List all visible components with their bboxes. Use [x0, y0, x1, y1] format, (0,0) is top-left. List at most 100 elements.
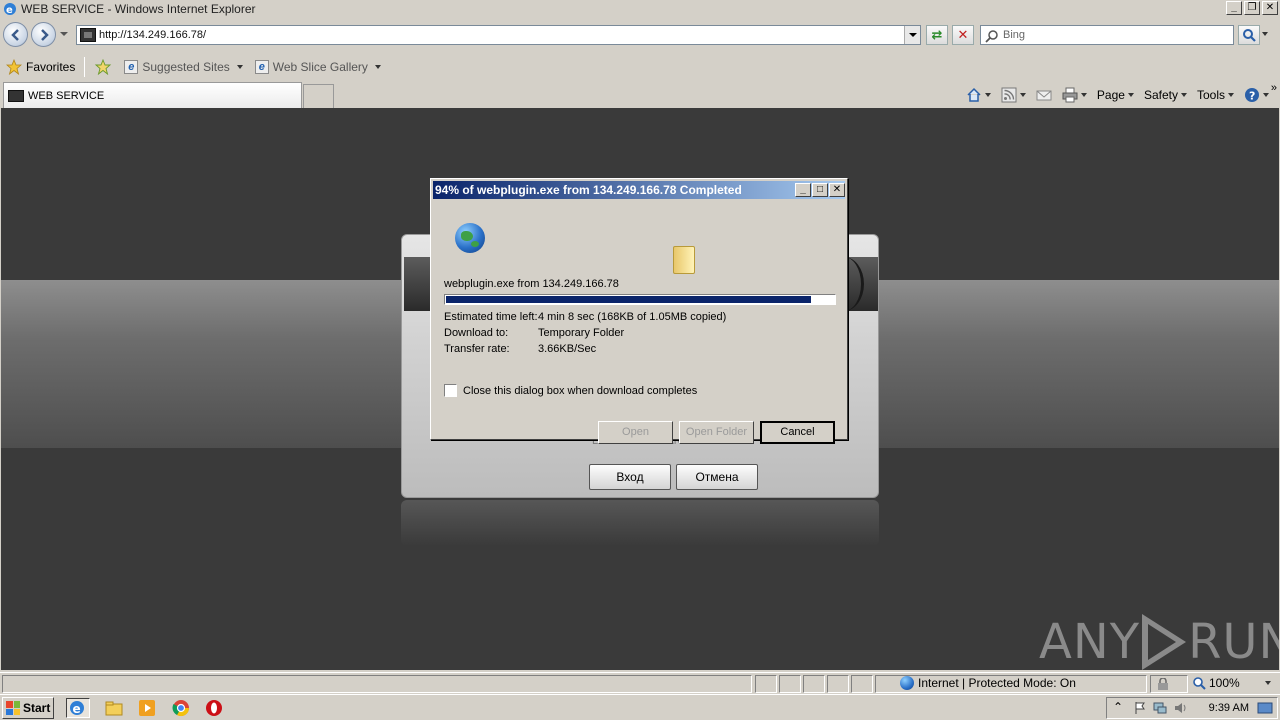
restore-button[interactable]: ❐: [1244, 1, 1260, 15]
media-player-icon[interactable]: [137, 698, 157, 718]
web-slice-gallery-link[interactable]: e Web Slice Gallery: [249, 56, 387, 78]
dialog-maximize-button[interactable]: □: [812, 183, 828, 197]
login-button[interactable]: Вход: [589, 464, 671, 490]
ie-page-icon: e: [124, 60, 139, 74]
tab-web-service[interactable]: WEB SERVICE: [3, 82, 302, 108]
file-explorer-icon[interactable]: [104, 698, 124, 718]
zone-text: Internet | Protected Mode: On: [918, 676, 1076, 690]
read-mail-button[interactable]: [1031, 84, 1057, 106]
clock[interactable]: 9:39 AM: [1209, 702, 1249, 714]
download-progress-dialog: 94% of webplugin.exe from 134.249.166.78…: [430, 178, 848, 444]
zoom-icon: [1193, 677, 1206, 690]
add-to-favorites-bar-button[interactable]: [88, 56, 118, 78]
search-options-dropdown[interactable]: [1262, 32, 1268, 36]
opera-icon[interactable]: [204, 698, 224, 718]
chevron-down-icon: [1080, 93, 1087, 97]
network-icon[interactable]: [1153, 701, 1167, 715]
security-zone[interactable]: Internet | Protected Mode: On: [900, 676, 1076, 690]
download-to-value: Temporary Folder: [538, 327, 625, 339]
cancel-download-button[interactable]: Cancel: [760, 421, 835, 444]
web-slice-gallery-label: Web Slice Gallery: [272, 60, 368, 74]
dialog-title: 94% of webplugin.exe from 134.249.166.78…: [433, 181, 845, 199]
help-menu[interactable]: ?: [1239, 84, 1274, 106]
close-when-done-label: Close this dialog box when download comp…: [463, 384, 698, 397]
chevron-down-icon: [1228, 93, 1234, 97]
close-window-button[interactable]: ✕: [1262, 1, 1278, 15]
address-dropdown-button[interactable]: [904, 26, 920, 44]
login-cancel-button[interactable]: Отмена: [676, 464, 758, 490]
tab-row: WEB SERVICE Page Safety Tools ? »: [0, 82, 1280, 108]
zoom-control[interactable]: 100%: [1192, 676, 1271, 690]
new-tab-button[interactable]: [303, 84, 334, 108]
show-desktop-icon[interactable]: [1257, 701, 1273, 715]
home-icon: [967, 87, 981, 102]
download-file-line: webplugin.exe from 134.249.166.78: [444, 278, 619, 290]
stop-button[interactable]: ✕: [952, 25, 974, 45]
watermark-text-left: ANY: [1039, 614, 1141, 670]
taskbar-internet-explorer[interactable]: e: [66, 698, 90, 718]
dialog-close-button[interactable]: ✕: [829, 183, 845, 197]
open-folder-button[interactable]: Open Folder: [679, 421, 754, 444]
rss-feed-icon: [1001, 87, 1017, 103]
suggested-sites-label: Suggested Sites: [142, 60, 230, 74]
print-button[interactable]: [1057, 84, 1092, 106]
internet-explorer-icon: e: [70, 701, 84, 716]
home-button[interactable]: [961, 84, 996, 106]
open-button[interactable]: Open: [598, 421, 673, 444]
search-placeholder: Bing: [1003, 29, 1026, 41]
back-arrow-icon: [11, 29, 19, 41]
dialog-minimize-button[interactable]: _: [795, 183, 811, 197]
chrome-icon[interactable]: [171, 698, 191, 718]
page-menu[interactable]: Page: [1092, 84, 1139, 106]
page-menu-label: Page: [1096, 88, 1125, 102]
chevron-down-icon: [1019, 93, 1026, 97]
safety-menu-label: Safety: [1143, 88, 1178, 102]
feeds-button[interactable]: [996, 84, 1031, 106]
zoom-level: 100%: [1209, 676, 1240, 690]
taskbar: Start e ⌃ 9:39 AM: [0, 694, 1280, 720]
download-progress-bar: [444, 294, 836, 305]
refresh-button[interactable]: ⇄: [926, 25, 948, 45]
chevron-down-icon: [984, 93, 991, 97]
forward-button[interactable]: [31, 22, 56, 47]
show-hidden-icons-icon[interactable]: ⌃: [1113, 700, 1123, 714]
windows-logo-icon: [6, 701, 20, 715]
status-pane: [779, 675, 801, 693]
volume-icon[interactable]: [1173, 701, 1187, 715]
status-pane: [827, 675, 849, 693]
command-bar: Page Safety Tools ?: [961, 84, 1274, 106]
search-go-button[interactable]: [1238, 25, 1260, 45]
status-pane: [851, 675, 873, 693]
anyrun-watermark: ANY RUN: [1039, 614, 1279, 670]
mail-icon: [1036, 90, 1052, 101]
estimated-time-value: 4 min 8 sec (168KB of 1.05MB copied): [538, 311, 727, 323]
minimize-button[interactable]: _: [1226, 1, 1242, 15]
checkbox-box[interactable]: [444, 384, 457, 397]
favorites-separator: [84, 57, 86, 77]
page-icon: [80, 28, 96, 42]
recent-pages-dropdown[interactable]: [60, 32, 68, 36]
start-button[interactable]: Start: [2, 697, 54, 719]
address-field[interactable]: http://134.249.166.78/: [76, 25, 921, 45]
play-logo-icon: [1142, 614, 1187, 670]
search-input[interactable]: Bing: [980, 25, 1234, 45]
tools-menu[interactable]: Tools: [1192, 84, 1239, 106]
back-button[interactable]: [3, 22, 28, 47]
status-pane: [755, 675, 777, 693]
close-when-done-checkbox[interactable]: Close this dialog box when download comp…: [444, 384, 697, 397]
command-bar-overflow-icon[interactable]: »: [1271, 82, 1277, 94]
address-url: http://134.249.166.78/: [99, 29, 207, 41]
chevron-down-icon: [1127, 93, 1134, 97]
globe-download-icon: [455, 223, 485, 253]
suggested-sites-link[interactable]: e Suggested Sites: [118, 56, 248, 78]
window-title: WEB SERVICE - Windows Internet Explorer: [21, 2, 256, 16]
status-bar: Internet | Protected Mode: On 100%: [0, 672, 1280, 694]
safety-menu[interactable]: Safety: [1139, 84, 1192, 106]
favorites-button[interactable]: Favorites: [0, 56, 81, 78]
action-center-flag-icon[interactable]: [1133, 701, 1147, 715]
folder-icon: [673, 246, 695, 274]
download-to-label: Download to:: [444, 327, 509, 339]
login-panel-reflection: [401, 500, 879, 546]
transfer-rate-value: 3.66KB/Sec: [538, 343, 597, 355]
system-tray: ⌃ 9:39 AM: [1106, 697, 1278, 719]
